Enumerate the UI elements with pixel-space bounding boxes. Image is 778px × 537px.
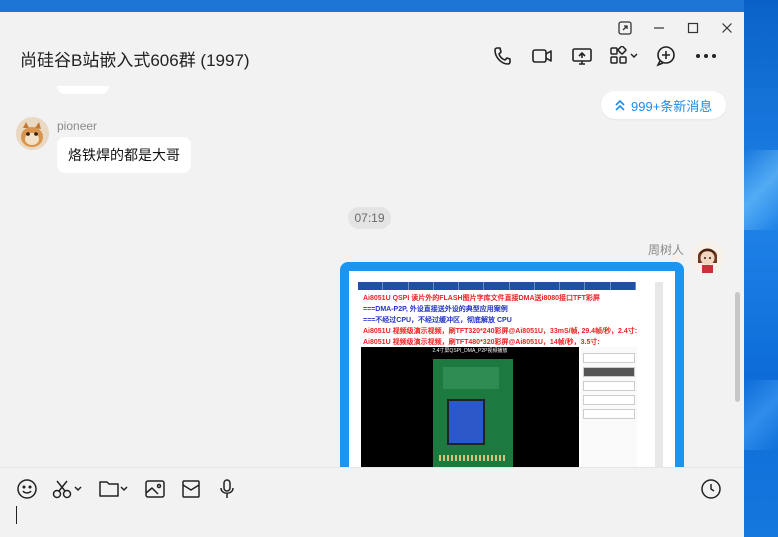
folder-icon[interactable] [98, 477, 130, 501]
video-call-icon[interactable] [522, 43, 562, 69]
image-icon[interactable] [144, 477, 166, 501]
input-toolbar [16, 477, 252, 501]
scissors-icon[interactable] [52, 477, 84, 501]
circuit-board-photo [433, 359, 513, 467]
history-clock-icon[interactable] [699, 477, 723, 506]
more-icon[interactable] [686, 43, 726, 69]
envelope-icon[interactable] [180, 477, 202, 501]
title-bar: 尚硅谷B站嵌入式606群 (1997) [0, 12, 744, 86]
maximize-button[interactable] [676, 16, 710, 40]
message-list[interactable]: 999+条新消息 pioneer 烙铁焊的都是大哥 07:19 周树人 Ai80… [0, 86, 744, 467]
apps-grid-icon[interactable] [602, 43, 646, 69]
shared-image-video: 2.4寸屏QSPI_DMA_P2P视频播放 [361, 347, 579, 467]
pin-window-button[interactable] [608, 16, 642, 40]
avatar[interactable] [691, 241, 724, 274]
desktop-background [744, 0, 778, 537]
message-bubble[interactable]: 烙铁焊的都是大哥 [57, 137, 191, 173]
window-controls [608, 16, 744, 40]
text-input-caret[interactable] [16, 506, 17, 524]
emoji-icon[interactable] [16, 477, 38, 501]
close-button[interactable] [710, 16, 744, 40]
screen-share-icon[interactable] [562, 43, 602, 69]
sender-name: pioneer [57, 119, 98, 133]
chat-title: 尚硅谷B站嵌入式606群 (1997) [20, 51, 250, 70]
minimize-button[interactable] [642, 16, 676, 40]
input-area [0, 467, 744, 537]
add-icon[interactable] [646, 43, 686, 69]
double-chevron-up-icon [615, 99, 625, 111]
avatar[interactable] [16, 117, 49, 150]
sender-name: 周树人 [647, 243, 684, 257]
shared-image-text: Ai8051U QSPI 读片外的FLASH图片字库文件直接DMA送i8080接… [363, 295, 638, 346]
new-messages-label: 999+条新消息 [631, 98, 713, 114]
shared-image-scrollbar [655, 282, 663, 467]
previous-message-bubble [57, 86, 109, 94]
new-messages-banner[interactable]: 999+条新消息 [601, 91, 727, 119]
phone-icon[interactable] [482, 43, 522, 69]
image-message[interactable]: Ai8051U QSPI 读片外的FLASH图片字库文件直接DMA送i8080接… [349, 271, 675, 467]
shared-image-navbar [358, 282, 636, 290]
shared-image-playlist [581, 347, 637, 467]
message-timestamp: 07:19 [348, 207, 391, 229]
microphone-icon[interactable] [216, 477, 238, 501]
chat-window: 尚硅谷B站嵌入式606群 (1997) 999+条新消息 pioneer 烙铁焊… [0, 12, 744, 537]
header-toolbar [482, 43, 726, 69]
message-list-scrollbar[interactable] [735, 292, 740, 402]
